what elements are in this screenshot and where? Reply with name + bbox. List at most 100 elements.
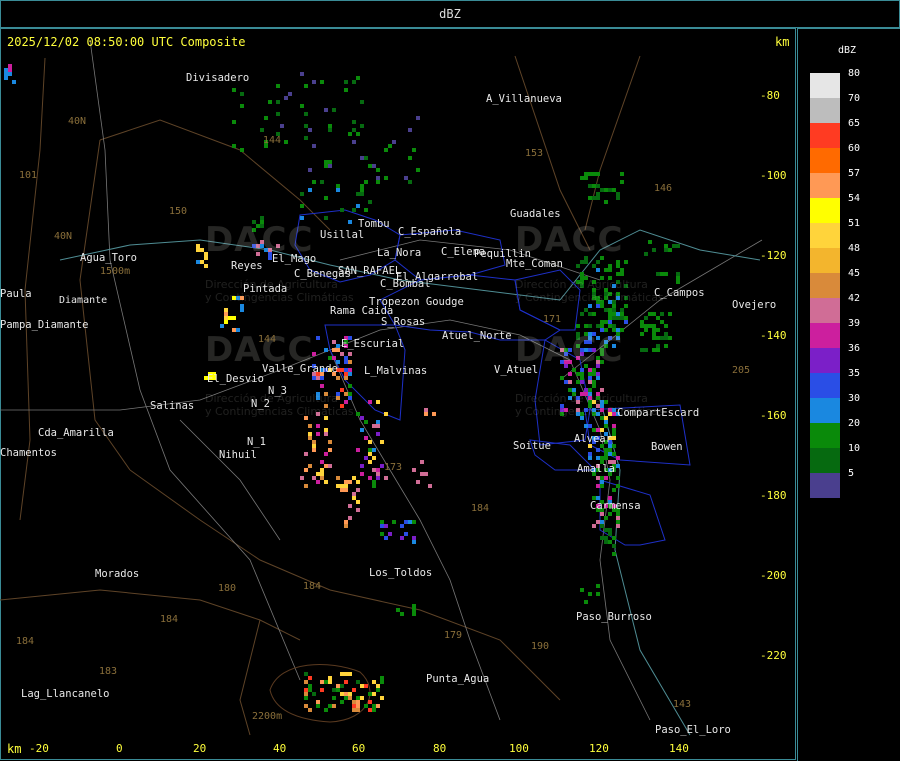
- echo-pixel: [368, 400, 372, 404]
- echo-pixel: [352, 708, 356, 712]
- echo-pixel: [644, 324, 648, 328]
- echo-pixel: [376, 476, 380, 480]
- echo-pixel: [372, 692, 376, 696]
- echo-pixel: [336, 376, 340, 380]
- legend-swatch: [810, 173, 840, 198]
- echo-pixel: [384, 148, 388, 152]
- echo-pixel: [664, 244, 668, 248]
- echo-pixel: [608, 324, 612, 328]
- echo-pixel: [380, 520, 384, 524]
- echo-pixel: [604, 308, 608, 312]
- legend-level-label: 36: [848, 343, 861, 354]
- echo-pixel: [312, 448, 316, 452]
- echo-pixel: [600, 524, 604, 528]
- echo-pixel: [332, 108, 336, 112]
- echo-pixel: [600, 456, 604, 460]
- echo-pixel: [368, 200, 372, 204]
- legend-swatch: [810, 348, 840, 373]
- echo-pixel: [344, 672, 348, 676]
- echo-pixel: [372, 480, 376, 484]
- echo-pixel: [352, 476, 356, 480]
- echo-pixel: [604, 516, 608, 520]
- echo-pixel: [612, 424, 616, 428]
- legend-swatch: [810, 223, 840, 248]
- echo-pixel: [608, 528, 612, 532]
- legend-swatch: [810, 323, 840, 348]
- echo-pixel: [328, 704, 332, 708]
- echo-pixel: [280, 124, 284, 128]
- echo-pixel: [600, 520, 604, 524]
- echo-pixel: [316, 336, 320, 340]
- echo-pixel: [276, 84, 280, 88]
- echo-pixel: [368, 452, 372, 456]
- echo-pixel: [348, 352, 352, 356]
- echo-pixel: [348, 132, 352, 136]
- echo-pixel: [300, 192, 304, 196]
- echo-pixel: [616, 524, 620, 528]
- echo-pixel: [340, 352, 344, 356]
- place-label: S_Rosas: [381, 316, 426, 328]
- echo-pixel: [612, 316, 616, 320]
- echo-pixel: [620, 272, 624, 276]
- echo-pixel: [616, 260, 620, 264]
- echo-pixel: [344, 368, 348, 372]
- echo-pixel: [664, 344, 668, 348]
- y-tick-label: -160: [760, 409, 787, 422]
- place-label: Divisadero: [186, 72, 250, 84]
- echo-pixel: [344, 524, 348, 528]
- echo-pixel: [376, 684, 380, 688]
- echo-pixel: [320, 468, 324, 472]
- echo-pixel: [616, 316, 620, 320]
- echo-pixel: [676, 272, 680, 276]
- echo-pixel: [576, 264, 580, 268]
- elevation-label: 2200m: [252, 711, 283, 722]
- echo-pixel: [368, 448, 372, 452]
- route-label: 146: [654, 183, 673, 194]
- echo-pixel: [340, 684, 344, 688]
- echo-pixel: [12, 80, 16, 84]
- y-tick-label: -180: [760, 489, 787, 502]
- echo-pixel: [620, 316, 624, 320]
- echo-pixel: [596, 584, 600, 588]
- echo-pixel: [592, 428, 596, 432]
- echo-pixel: [340, 208, 344, 212]
- echo-pixel: [608, 512, 612, 516]
- place-label: N_3: [268, 385, 287, 397]
- echo-pixel: [616, 520, 620, 524]
- echo-pixel: [588, 456, 592, 460]
- echo-pixel: [336, 188, 340, 192]
- echo-pixel: [312, 376, 316, 380]
- echo-pixel: [360, 428, 364, 432]
- echo-pixel: [612, 536, 616, 540]
- y-tick-label: -220: [760, 649, 787, 662]
- echo-pixel: [344, 372, 348, 376]
- echo-pixel: [580, 588, 584, 592]
- echo-pixel: [612, 452, 616, 456]
- echo-pixel: [316, 700, 320, 704]
- echo-pixel: [340, 484, 344, 488]
- echo-pixel: [196, 244, 200, 248]
- echo-pixel: [652, 328, 656, 332]
- place-label: Pintada: [243, 283, 288, 295]
- echo-pixel: [360, 124, 364, 128]
- echo-pixel: [612, 324, 616, 328]
- echo-pixel: [656, 348, 660, 352]
- legend-level-label: 35: [848, 368, 861, 379]
- echo-pixel: [316, 432, 320, 436]
- echo-pixel: [588, 304, 592, 308]
- echo-pixel: [380, 440, 384, 444]
- echo-pixel: [604, 320, 608, 324]
- echo-pixel: [404, 176, 408, 180]
- legend-title: dBZ: [838, 45, 857, 56]
- echo-pixel: [372, 164, 376, 168]
- echo-pixel: [344, 356, 348, 360]
- echo-pixel: [408, 156, 412, 160]
- echo-pixel: [408, 180, 412, 184]
- echo-pixel: [376, 468, 380, 472]
- legend-level-label: 54: [848, 193, 861, 204]
- y-tick-label: -100: [760, 169, 787, 182]
- place-label: C_Campos: [654, 287, 705, 299]
- x-tick-label: 120: [589, 742, 609, 755]
- echo-pixel: [360, 100, 364, 104]
- echo-pixel: [368, 476, 372, 480]
